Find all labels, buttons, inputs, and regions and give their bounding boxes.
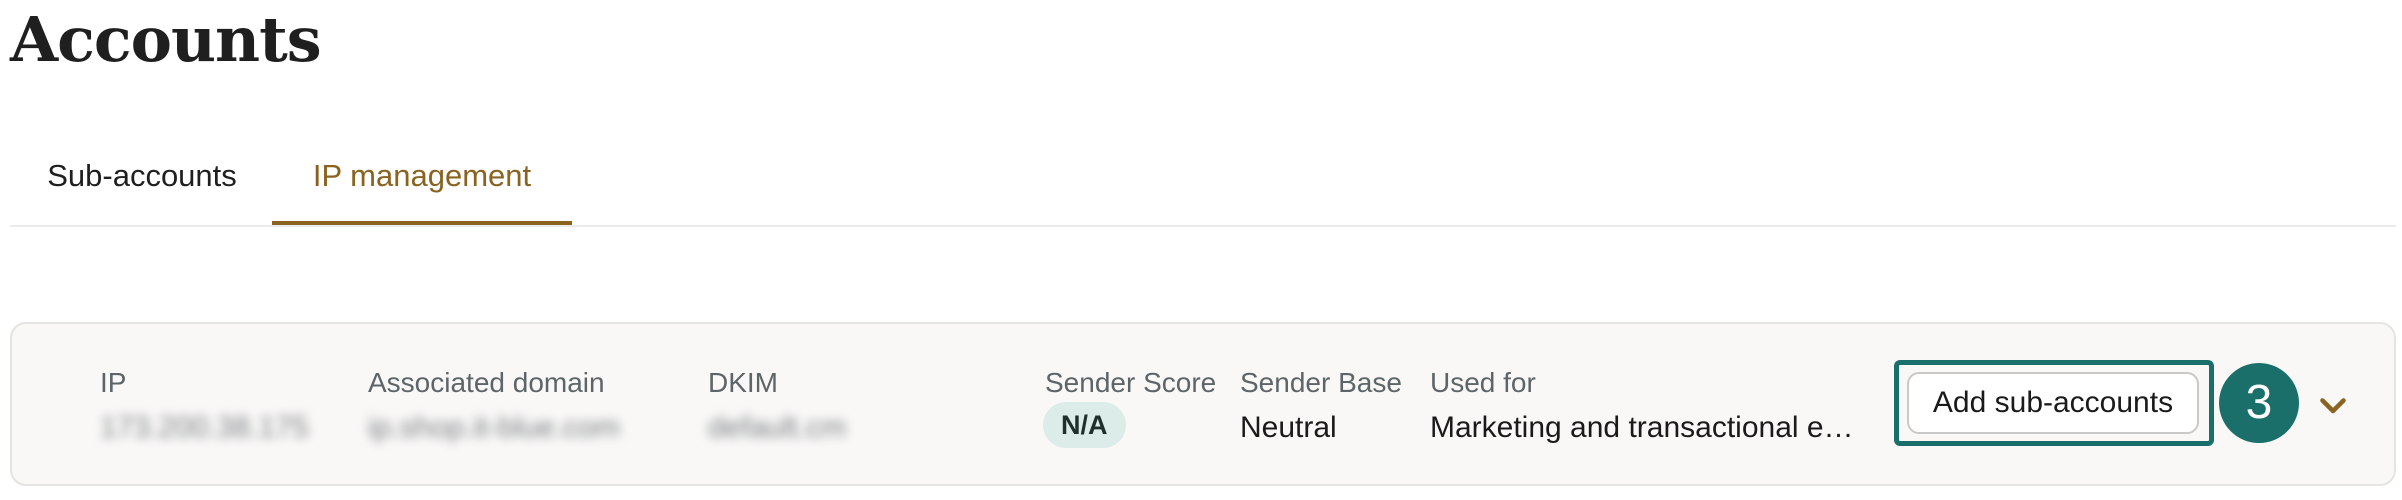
associated-domain-label: Associated domain [368,367,605,398]
tab-sub-accounts[interactable]: Sub-accounts [32,140,252,225]
step-number-badge: 3 [2219,363,2299,443]
dkim-value: default.cm [708,411,847,444]
ip-value: 173.200.38.175 [100,411,309,444]
dkim-label: DKIM [708,367,778,398]
chevron-down-icon[interactable] [2315,387,2351,423]
accounts-page: Accounts Sub-accounts IP management IP 1… [0,0,2402,500]
tab-bar: Sub-accounts IP management [10,140,2396,227]
tab-ip-management[interactable]: IP management [272,140,572,225]
sender-base-value: Neutral [1240,411,1337,444]
associated-domain-value: ip.shop.it-blue.com [368,411,620,444]
sender-score-label: Sender Score [1045,367,1217,398]
sender-base-label: Sender Base [1240,367,1402,398]
ip-column-label: IP [100,367,127,398]
used-for-label: Used for [1430,367,1536,398]
add-sub-accounts-button[interactable]: Add sub-accounts [1907,372,2199,434]
sender-score-badge: N/A [1043,402,1126,448]
ip-row-card: IP 173.200.38.175 Associated domain ip.s… [10,322,2396,486]
used-for-value: Marketing and transactional e… [1430,411,1854,444]
page-title: Accounts [10,3,322,76]
